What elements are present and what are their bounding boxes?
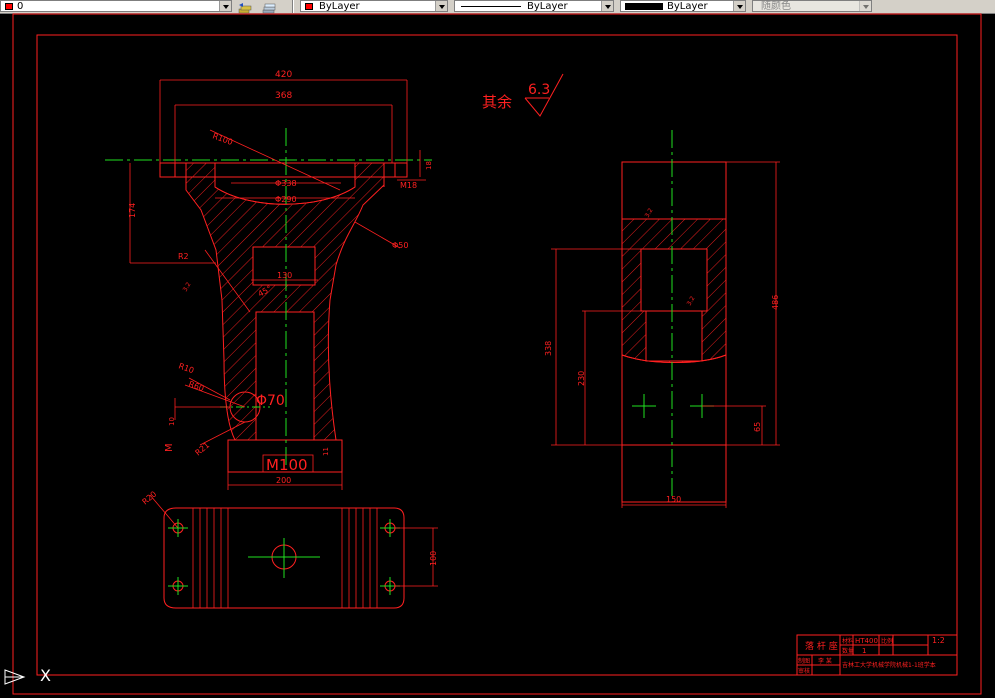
dim-420: 420 <box>275 70 292 80</box>
linetype-preview <box>461 6 521 7</box>
dim-368: 368 <box>275 91 292 101</box>
dim-phi290: Φ290 <box>275 195 297 204</box>
title-qty-label: 数量 <box>842 647 854 655</box>
properties-toolbar: 0 ByLayer ByLayer ByLayer 随颜色 <box>0 0 995 14</box>
title-scale-label: 比例 <box>881 637 893 645</box>
drawing-canvas[interactable]: 其余 6.3 420 368 R100 Φ338 Φ290 M18 18 174… <box>0 13 995 698</box>
layer-dropdown[interactable]: 0 <box>0 0 232 12</box>
title-material: HT400 <box>855 637 878 645</box>
linetype-value: ByLayer <box>527 1 568 12</box>
dim-r100: R100 <box>211 131 234 147</box>
dim-r10: R10 <box>177 361 195 375</box>
title-checked-label: 审核 <box>798 667 810 675</box>
dim-m18: M18 <box>400 181 417 190</box>
color-value: ByLayer <box>319 1 360 12</box>
toolbar-separator <box>292 0 294 13</box>
title-drawn-label: 制图 <box>798 657 810 665</box>
dim-11: 11 <box>322 447 330 456</box>
dim-r2: R2 <box>178 252 189 261</box>
front-section-view: 420 368 R100 Φ338 Φ290 M18 18 174 R2 Φ50… <box>105 70 433 490</box>
chevron-down-icon[interactable] <box>733 1 745 11</box>
layer-previous-icon[interactable] <box>238 0 252 14</box>
dim-m-side: M <box>164 443 175 452</box>
ucs-axis-label: X <box>40 666 51 685</box>
dim-10: 10 <box>168 417 176 426</box>
dim-130: 130 <box>277 271 292 280</box>
plotstyle-dropdown[interactable]: 随颜色 <box>752 0 872 12</box>
title-material-label: 材料 <box>842 637 854 645</box>
dim-phi338: Φ338 <box>275 179 297 188</box>
color-swatch <box>305 3 313 10</box>
dim-phi70: Φ70 <box>256 393 285 409</box>
title-qty: 1 <box>862 647 866 655</box>
title-school: 吉林工大学机械学院机械1-1班学本 <box>842 661 936 669</box>
layer-color-swatch <box>5 3 13 10</box>
dim-338: 338 <box>544 341 553 356</box>
dim-200: 200 <box>276 476 291 485</box>
chevron-down-icon[interactable] <box>219 1 231 11</box>
lineweight-dropdown[interactable]: ByLayer <box>620 0 746 12</box>
linetype-dropdown[interactable]: ByLayer <box>454 0 614 12</box>
plotstyle-value: 随颜色 <box>761 1 791 12</box>
dim-230: 230 <box>577 371 586 386</box>
top-view: R20 100 <box>141 490 438 609</box>
layer-states-icon[interactable] <box>262 0 276 14</box>
sheet-border-outer <box>12 13 982 695</box>
dim-150: 150 <box>666 495 681 504</box>
side-bore-upper <box>640 248 708 312</box>
title-drawer: 李 某 <box>818 657 832 665</box>
chevron-down-icon[interactable] <box>601 1 613 11</box>
layer-value: 0 <box>17 1 24 12</box>
dim-18: 18 <box>425 161 433 170</box>
surface-finish-2: 3.2 <box>644 207 655 219</box>
lineweight-value: ByLayer <box>667 1 708 12</box>
ucs-icon: X <box>4 666 64 694</box>
bore-lower <box>255 311 315 441</box>
color-dropdown[interactable]: ByLayer <box>300 0 448 12</box>
title-part-name: 落 杆 座 <box>805 640 838 652</box>
dim-486: 486 <box>771 295 780 310</box>
roughness-value: 6.3 <box>528 82 550 98</box>
dim-phi50: Φ50 <box>392 241 408 250</box>
side-bore-lower <box>645 310 703 362</box>
dim-r60: R60 <box>187 379 205 393</box>
dim-100: 100 <box>429 551 438 566</box>
dim-r20: R20 <box>141 490 159 507</box>
side-view: 338 230 486 65 150 3.2 3.2 <box>544 130 780 508</box>
chevron-down-icon[interactable] <box>435 1 447 11</box>
lineweight-preview <box>625 3 663 10</box>
dim-r21: R21 <box>194 441 212 458</box>
surface-finish-1: 3.2 <box>182 281 193 293</box>
chevron-down-icon[interactable] <box>859 1 871 11</box>
title-scale: 1:2 <box>932 636 945 645</box>
roughness-prefix: 其余 <box>482 93 512 111</box>
dim-m100: M100 <box>266 456 308 474</box>
dim-65: 65 <box>753 422 762 432</box>
dim-174: 174 <box>128 203 137 218</box>
